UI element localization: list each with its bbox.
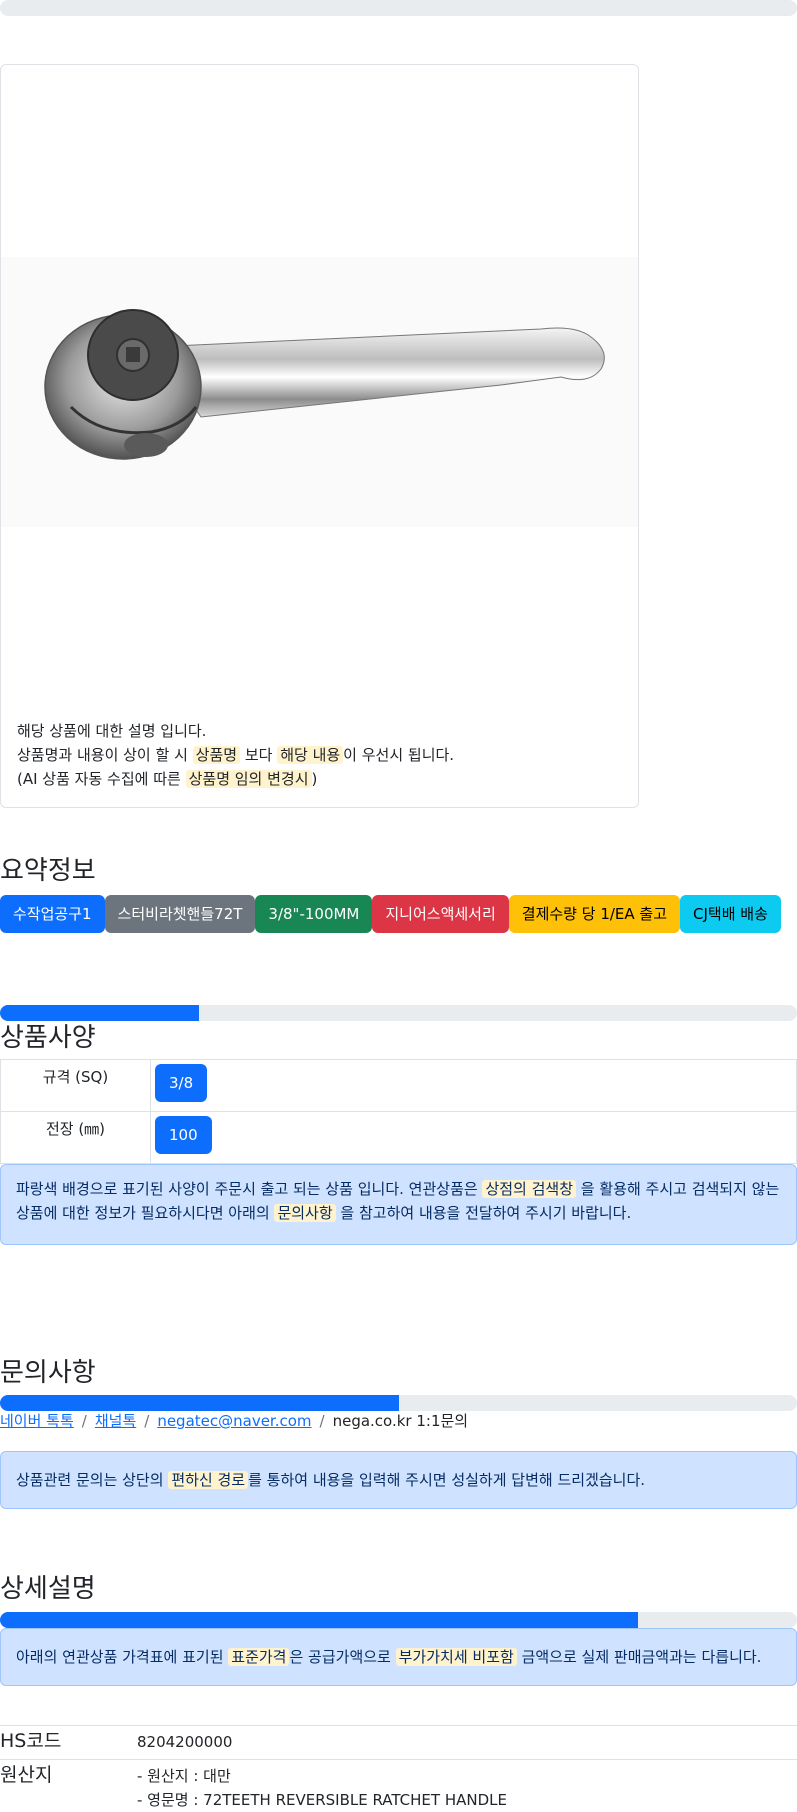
specs-progress-bar — [0, 1005, 797, 1021]
highlight-standard-price: 표준가격 — [228, 1648, 290, 1666]
notice-text: 상품관련 문의는 상단의 — [16, 1471, 169, 1489]
desc-text: (AI 상품 자동 수집에 따른 — [17, 770, 186, 788]
desc-text: ) — [311, 770, 318, 788]
spec-key: 규격 (SQ) — [0, 1059, 151, 1112]
inquiry-progress-bar — [0, 1395, 797, 1411]
inquiry-title: 문의사항 — [0, 1358, 96, 1388]
detail-title: 상세설명 — [0, 1574, 96, 1604]
notice-text: 를 통하여 내용을 입력해 주시면 성실하게 답변해 드리겠습니다. — [248, 1471, 646, 1489]
notice-text: 을 참고하여 내용을 전달하여 주시기 바랍니다. — [335, 1204, 632, 1222]
highlight-name-change: 상품명 임의 변경시 — [185, 770, 312, 788]
site-inquiry-text: nega.co.kr 1:1문의 — [332, 1412, 469, 1430]
highlight-content: 해당 내용 — [277, 746, 344, 764]
specs-table: 규격 (SQ) 3/8 전장 (㎜) 100 — [0, 1059, 797, 1164]
link-separator: / — [81, 1412, 87, 1430]
highlight-product-name: 상품명 — [192, 746, 241, 764]
hs-code-value: 8204200000 — [137, 1733, 233, 1751]
badge-shipping[interactable]: CJ택배 배송 — [680, 895, 781, 933]
ratchet-image — [44, 309, 605, 460]
product-image — [1, 257, 638, 527]
desc-text: 보다 — [240, 746, 278, 764]
badge-product-name[interactable]: 스터비라쳇핸들72T — [104, 895, 256, 933]
inquiry-notice: 상품관련 문의는 상단의 편하신 경로 를 통하여 내용을 입력해 주시면 성실하… — [0, 1451, 797, 1509]
top-progress-bar — [0, 0, 797, 16]
badge-category[interactable]: 수작업공구1 — [0, 895, 105, 933]
detail-progress-bar — [0, 1612, 797, 1628]
summary-title: 요약정보 — [0, 856, 96, 886]
notice-text: 아래의 연관상품 가격표에 표기된 — [16, 1648, 229, 1666]
highlight-inquiry: 문의사항 — [274, 1204, 336, 1222]
badge-size[interactable]: 3/8"-100MM — [255, 895, 373, 933]
product-desc-line1: 해당 상품에 대한 설명 입니다. — [17, 722, 207, 740]
contact-links: 네이버 톡톡 / 채널톡 / negatec@naver.com / nega.co.kr … — [0, 1410, 468, 1431]
detail-progress-fill — [0, 1612, 638, 1628]
desc-text: 상품명과 내용이 상이 할 시 — [17, 746, 193, 764]
notice-text: 파랑색 배경으로 표기된 사양이 주문시 출고 되는 상품 입니다. 연관상품은 — [16, 1180, 483, 1198]
badge-quantity[interactable]: 결제수량 당 1/EA 출고 — [508, 895, 681, 933]
notice-text: 은 공급가액으로 — [289, 1648, 396, 1666]
inquiry-progress-fill — [0, 1395, 399, 1411]
link-separator: / — [144, 1412, 150, 1430]
spec-key: 전장 (㎜) — [0, 1111, 151, 1164]
origin-value: - 원산지 : 대만 - 영문명 : 72TEETH REVERSIBLE RA… — [137, 1764, 507, 1812]
badge-brand[interactable]: 지니어스액세서리 — [372, 895, 509, 933]
notice-text: 금액으로 실제 판매금액과는 다릅니다. — [516, 1648, 762, 1666]
highlight-search: 상점의 검색창 — [482, 1180, 577, 1198]
product-description: 해당 상품에 대한 설명 입니다. 상품명과 내용이 상이 할 시 상품명 보다… — [17, 719, 454, 791]
summary-badges: 수작업공구1 스터비라쳇핸들72T 3/8"-100MM 지니어스액세서리 결제… — [0, 895, 781, 933]
highlight-route: 편하신 경로 — [168, 1471, 249, 1489]
table-row: 규격 (SQ) 3/8 — [0, 1059, 797, 1112]
origin-row: 원산지 - 원산지 : 대만 - 영문명 : 72TEETH REVERSIBL… — [0, 1759, 797, 1809]
desc-text: 이 우선시 됩니다. — [343, 746, 455, 764]
origin-label: 원산지 — [0, 1764, 53, 1786]
table-row: 전장 (㎜) 100 — [0, 1111, 797, 1164]
channel-talk-link[interactable]: 채널톡 — [95, 1412, 136, 1430]
detail-notice: 아래의 연관상품 가격표에 표기된 표준가격 은 공급가액으로 부가가치세 비포함… — [0, 1628, 797, 1686]
spec-value-cell: 100 — [150, 1111, 797, 1164]
product-desc-line3: (AI 상품 자동 수집에 따른 상품명 임의 변경시) — [17, 767, 454, 791]
spec-value-cell: 3/8 — [150, 1059, 797, 1112]
link-separator: / — [319, 1412, 325, 1430]
spec-value-pill[interactable]: 100 — [155, 1116, 212, 1154]
product-card: 해당 상품에 대한 설명 입니다. 상품명과 내용이 상이 할 시 상품명 보다… — [0, 64, 639, 808]
naver-talktalk-link[interactable]: 네이버 톡톡 — [0, 1412, 74, 1430]
hs-code-label: HS코드 — [0, 1730, 62, 1752]
origin-country: - 원산지 : 대만 — [137, 1767, 231, 1785]
spec-value-pill[interactable]: 3/8 — [155, 1064, 208, 1102]
hs-code-row: HS코드 8204200000 — [0, 1725, 797, 1759]
product-desc-line2: 상품명과 내용이 상이 할 시 상품명 보다 해당 내용 이 우선시 됩니다. — [17, 743, 454, 767]
specs-title: 상품사양 — [0, 1023, 96, 1053]
specs-notice: 파랑색 배경으로 표기된 사양이 주문시 출고 되는 상품 입니다. 연관상품은… — [0, 1164, 797, 1245]
email-link[interactable]: negatec@naver.com — [157, 1412, 311, 1430]
origin-english-name: - 영문명 : 72TEETH REVERSIBLE RATCHET HANDL… — [137, 1791, 507, 1809]
highlight-vat-excluded: 부가가치세 비포함 — [395, 1648, 517, 1666]
